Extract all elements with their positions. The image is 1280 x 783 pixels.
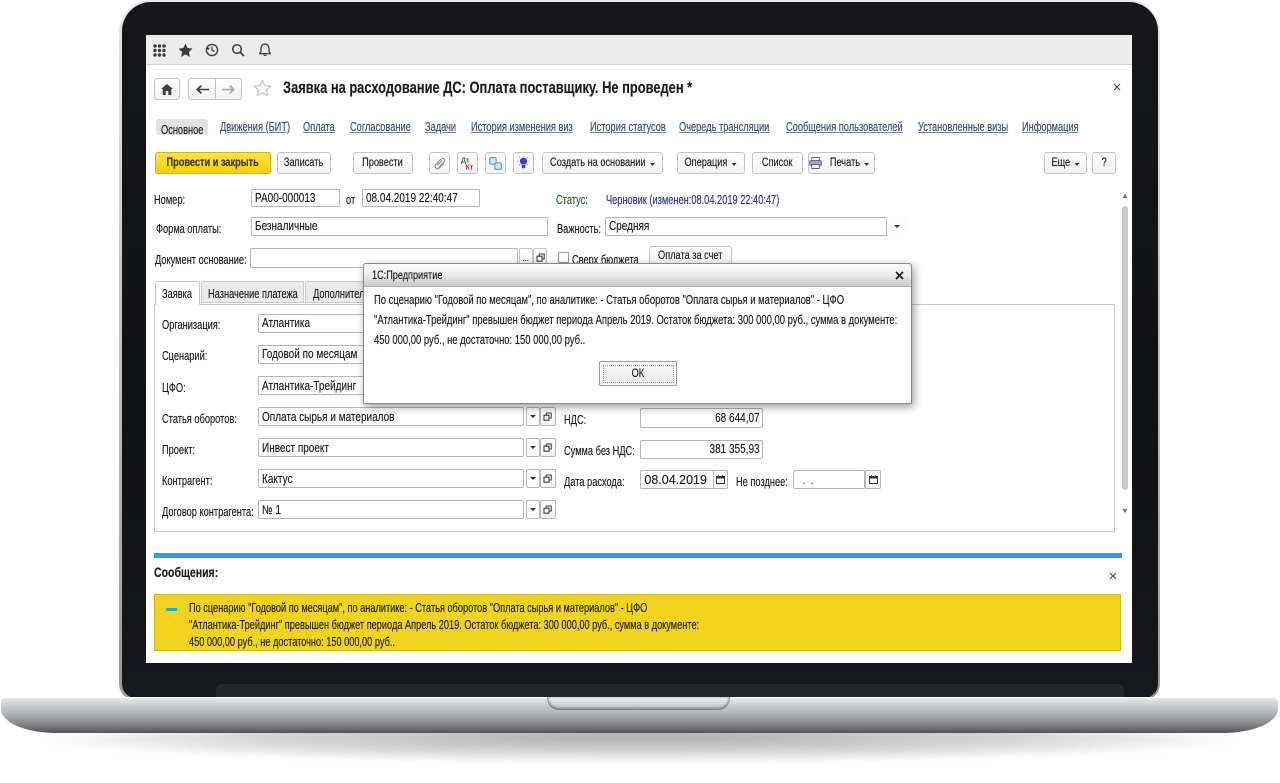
- svg-text:Кт: Кт: [465, 165, 473, 171]
- svg-text:Дт: Дт: [461, 158, 470, 165]
